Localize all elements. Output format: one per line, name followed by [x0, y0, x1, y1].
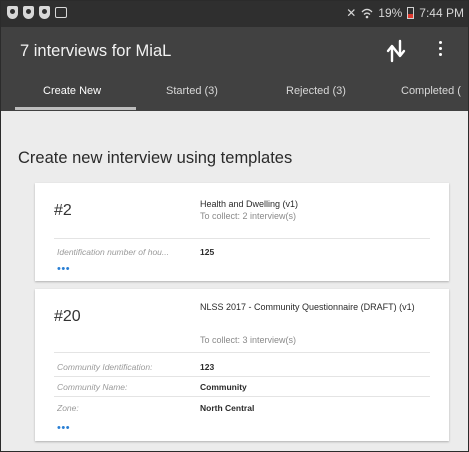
identifying-field-label: Zone:: [57, 403, 79, 413]
section-title: Create new interview using templates: [18, 149, 293, 167]
divider: [54, 376, 430, 377]
more-vert-icon[interactable]: [437, 41, 443, 59]
template-card[interactable]: #2 Health and Dwelling (v1) To collect: …: [35, 183, 449, 281]
more-fields-link[interactable]: •••: [57, 423, 70, 434]
app-frame: ✕ 19% 7:44 PM 7 interviews for MiaL Crea…: [0, 0, 469, 452]
divider: [54, 238, 430, 239]
sync-icon[interactable]: [383, 39, 409, 63]
image-icon: [55, 7, 67, 18]
status-bar: ✕ 19% 7:44 PM: [1, 1, 468, 27]
identifying-field-label: Identification number of hou...: [57, 247, 169, 257]
app-bar: 7 interviews for MiaL: [1, 27, 468, 75]
collect-count: To collect: 2 interview(s): [200, 211, 297, 221]
active-tab-indicator: [15, 107, 136, 110]
more-fields-link[interactable]: •••: [57, 264, 70, 275]
tab-rejected[interactable]: Rejected (3): [286, 85, 346, 97]
template-number: #2: [54, 202, 72, 219]
tab-completed[interactable]: Completed (: [401, 85, 461, 97]
questionnaire-title: NLSS 2017 - Community Questionnaire (DRA…: [200, 302, 415, 312]
identifying-field-value: Community: [200, 382, 247, 392]
questionnaire-title: Health and Dwelling (v1): [200, 199, 299, 209]
identifying-field-label: Community Name:: [57, 382, 128, 392]
tab-create-new[interactable]: Create New: [43, 85, 101, 97]
identifying-field-value: 123: [200, 362, 215, 372]
divider: [54, 396, 430, 397]
template-card[interactable]: #20 NLSS 2017 - Community Questionnaire …: [35, 289, 449, 441]
tab-bar: Create New Started (3) Rejected (3) Comp…: [1, 75, 468, 111]
tab-started[interactable]: Started (3): [166, 85, 218, 97]
system-icons: ✕ 19% 7:44 PM: [346, 6, 464, 20]
content-area: Create new interview using templates #2 …: [1, 111, 468, 451]
identifying-field-label: Community Identification:: [57, 362, 153, 372]
battery-icon: [407, 7, 415, 19]
shield-icon: [39, 6, 50, 19]
battery-percent: 19%: [378, 6, 403, 20]
wifi-icon: [361, 8, 373, 18]
shield-icon: [23, 6, 34, 19]
identifying-field-value: North Central: [200, 403, 255, 413]
shield-icon: [7, 6, 18, 19]
page-title: 7 interviews for MiaL: [20, 42, 172, 60]
mute-icon: ✕: [346, 6, 357, 20]
notification-icons: [7, 6, 67, 19]
divider: [54, 352, 430, 353]
collect-count: To collect: 3 interview(s): [200, 335, 297, 345]
template-number: #20: [54, 308, 81, 325]
clock: 7:44 PM: [419, 6, 464, 20]
identifying-field-value: 125: [200, 247, 215, 257]
